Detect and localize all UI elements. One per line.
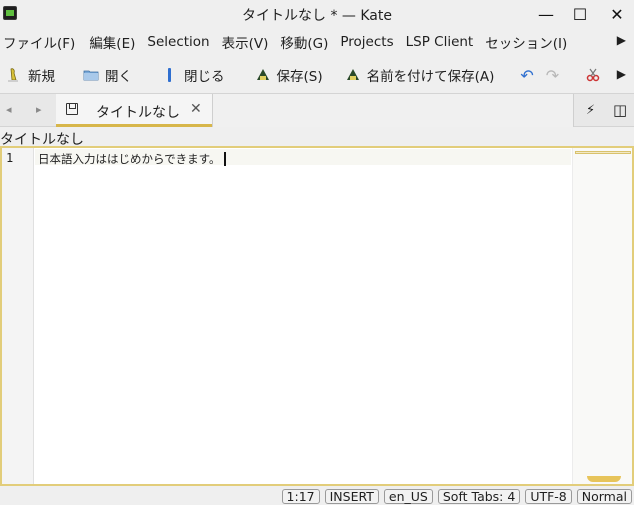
- maximize-icon: ☐: [572, 4, 588, 24]
- minimize-button[interactable]: —: [534, 2, 558, 26]
- menu-go[interactable]: 移動(G): [276, 32, 332, 52]
- folder-icon: [83, 67, 99, 83]
- indentation-settings[interactable]: Soft Tabs: 4: [437, 489, 521, 504]
- cut-button[interactable]: [579, 62, 613, 88]
- tab-close-icon[interactable]: ✕: [190, 101, 202, 117]
- tab-prev-icon[interactable]: ◂: [6, 103, 12, 116]
- menu-sessions[interactable]: セッション(I): [481, 32, 571, 52]
- scissors-icon: [585, 67, 601, 83]
- title-bar: タイトルなし * — Kate — ☐ ✕: [0, 0, 634, 28]
- undo-button[interactable]: ↶: [514, 62, 539, 88]
- split-view-icon[interactable]: ◫: [613, 101, 627, 119]
- tab-bar: ◂ ▸ タイトルなし ✕ ⚡ ◫: [0, 93, 634, 127]
- line-number-gutter: 1: [2, 148, 34, 484]
- tab-next-icon[interactable]: ▸: [36, 103, 42, 116]
- close-icon: ✕: [610, 4, 624, 24]
- minimap-viewport[interactable]: [575, 151, 631, 154]
- tab-bar-empty-area: [212, 94, 574, 127]
- open-button[interactable]: 開く: [77, 62, 138, 88]
- cursor-position[interactable]: 1:17: [281, 489, 320, 504]
- status-bar: 1:17 INSERT en_US Soft Tabs: 4 UTF-8 Nor…: [0, 488, 634, 505]
- close-document-icon: [162, 67, 178, 83]
- menu-edit[interactable]: 編集(E): [85, 32, 139, 52]
- menu-file[interactable]: ファイル(F): [0, 32, 79, 52]
- editor-area[interactable]: 1 日本語入力ははじめからできます。: [0, 146, 634, 486]
- encoding-selector[interactable]: UTF-8: [525, 489, 572, 504]
- document-save-icon: [66, 103, 78, 115]
- menu-bar: ファイル(F) 編集(E) Selection 表示(V) 移動(G) Proj…: [0, 30, 634, 54]
- new-button[interactable]: 新規: [0, 62, 61, 88]
- open-button-label: 開く: [105, 69, 132, 85]
- menu-projects[interactable]: Projects: [336, 34, 397, 50]
- save-as-button[interactable]: 名前を付けて保存(A): [339, 62, 501, 88]
- minimap[interactable]: [572, 148, 632, 484]
- menu-selection[interactable]: Selection: [143, 34, 213, 50]
- quick-open-icon[interactable]: ⚡: [586, 103, 595, 118]
- minimap-scroll-thumb[interactable]: [587, 476, 621, 482]
- line-content: 日本語入力ははじめからできます。: [38, 152, 221, 166]
- save-button-label: 保存(S): [276, 69, 323, 85]
- new-button-label: 新規: [28, 69, 55, 85]
- new-document-icon: [6, 67, 22, 83]
- menu-lsp-client[interactable]: LSP Client: [402, 34, 478, 50]
- save-as-button-label: 名前を付けて保存(A): [366, 69, 495, 85]
- input-mode-indicator[interactable]: INSERT: [324, 489, 379, 504]
- menu-view[interactable]: 表示(V): [218, 32, 273, 52]
- redo-icon: ↷: [545, 65, 560, 85]
- text-cursor: [223, 152, 226, 166]
- dictionary-language[interactable]: en_US: [383, 489, 433, 504]
- redo-button[interactable]: ↷: [540, 62, 565, 88]
- save-icon: [255, 67, 271, 83]
- toolbar-overflow-icon[interactable]: ▶: [617, 67, 626, 81]
- main-toolbar: 新規 開く 閉じる 保存(S) 名前を付けて保存(A) ↶ ↷ ▶: [0, 60, 634, 90]
- save-as-icon: [345, 67, 361, 83]
- close-window-button[interactable]: ✕: [605, 2, 629, 26]
- tab-untitled[interactable]: タイトルなし ✕: [56, 94, 212, 127]
- minimize-icon: —: [538, 4, 554, 24]
- undo-icon: ↶: [520, 65, 534, 85]
- maximize-button[interactable]: ☐: [568, 2, 592, 26]
- close-document-label: 閉じる: [184, 69, 225, 85]
- save-button[interactable]: 保存(S): [249, 62, 329, 88]
- text-line[interactable]: 日本語入力ははじめからできます。: [38, 151, 226, 167]
- menu-overflow-icon[interactable]: ▶: [617, 33, 626, 47]
- highlighting-mode[interactable]: Normal: [576, 489, 632, 504]
- line-number: 1: [6, 151, 14, 165]
- close-document-button[interactable]: 閉じる: [156, 62, 231, 88]
- tab-label: タイトルなし: [96, 105, 180, 121]
